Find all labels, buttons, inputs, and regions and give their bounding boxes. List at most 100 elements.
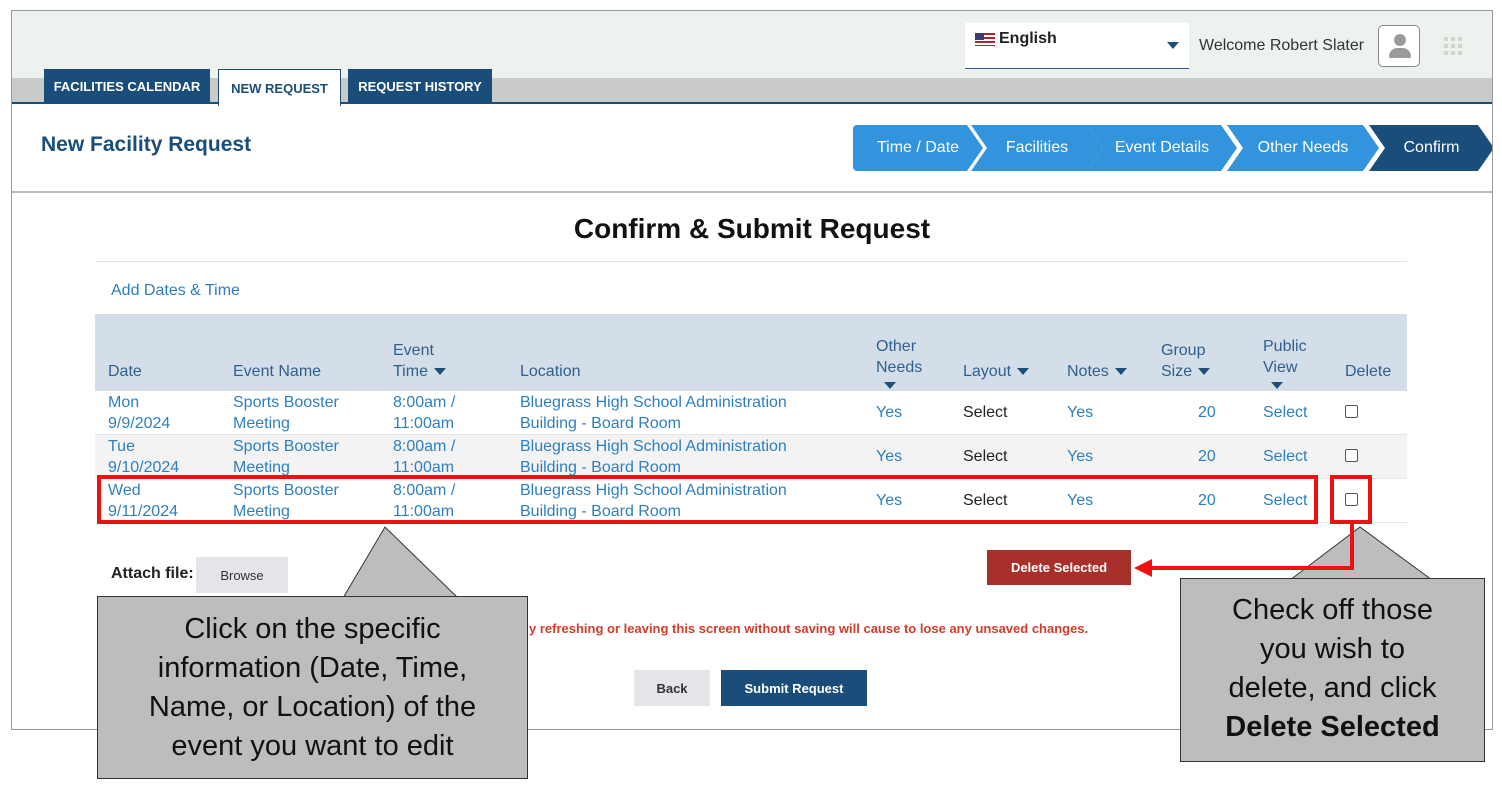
callout-line: Name, or Location) of the	[148, 691, 477, 723]
cell-public-view[interactable]: Select	[1263, 446, 1307, 467]
attach-file-label: Attach file:	[111, 565, 194, 582]
header-group-size-line2: Size	[1161, 363, 1193, 380]
cell-notes[interactable]: Yes	[1067, 402, 1093, 423]
back-button[interactable]: Back	[634, 670, 710, 706]
cell-event-name[interactable]: Sports Booster Meeting	[233, 392, 339, 434]
add-dates-link[interactable]: Add Dates & Time	[111, 282, 240, 300]
sort-caret-icon	[1114, 368, 1127, 376]
step-event-details[interactable]: Event Details	[1087, 125, 1237, 171]
section-title: Confirm & Submit Request	[573, 213, 931, 244]
checkbox-highlight-box	[1330, 475, 1372, 524]
header-other-needs[interactable]: Other Needs	[876, 336, 922, 389]
table-header: Date Event Name Event Time Location Othe…	[95, 314, 1407, 391]
cell-event-time[interactable]: 8:00am / 11:00am	[393, 436, 455, 478]
step-facilities[interactable]: Facilities	[971, 125, 1103, 171]
cell-time-line1: 8:00am /	[393, 438, 456, 455]
header-layout[interactable]: Layout	[963, 361, 1030, 382]
header-event-time-line1: Event	[393, 342, 434, 359]
header-public-view-line1: Public	[1263, 338, 1307, 355]
delete-checkbox[interactable]	[1345, 405, 1358, 418]
edit-callout: Click on the specific information (Date,…	[97, 596, 528, 779]
table-row: Tue 9/10/2024 Sports Booster Meeting 8:00a…	[95, 435, 1407, 479]
callout-line: information (Date, Time,	[157, 652, 468, 684]
user-head-icon	[1394, 34, 1406, 46]
header-public-view-line2: View	[1263, 359, 1298, 376]
cell-day: Tue	[108, 438, 135, 455]
cell-group-size[interactable]: 20	[1198, 446, 1216, 467]
cell-name-line1: Sports Booster	[233, 394, 339, 411]
cell-location-line2: Building - Board Room	[520, 415, 681, 432]
sort-caret-icon	[433, 368, 446, 376]
user-body-icon	[1389, 48, 1411, 58]
cell-other-needs[interactable]: Yes	[876, 446, 902, 467]
cell-notes[interactable]: Yes	[1067, 446, 1093, 467]
cell-layout[interactable]: Select	[963, 402, 1007, 423]
cell-location-line1: Bluegrass High School Administration	[520, 394, 787, 411]
cell-name-line1: Sports Booster	[233, 438, 339, 455]
cell-group-size[interactable]: 20	[1198, 402, 1216, 423]
user-avatar[interactable]	[1378, 25, 1420, 67]
header-notes[interactable]: Notes	[1067, 361, 1127, 382]
cell-date[interactable]: Tue 9/10/2024	[108, 436, 179, 478]
sort-caret-icon	[884, 382, 896, 389]
chevron-down-icon	[1167, 42, 1179, 49]
header-divider	[12, 191, 1492, 193]
callout-line: you wish to	[1259, 633, 1406, 665]
language-label: English	[999, 30, 1057, 47]
cell-time-line2: 11:00am	[393, 415, 455, 432]
delete-callout: Check off those you wish to delete, and …	[1180, 578, 1485, 762]
table-row: Mon 9/9/2024 Sports Booster Meeting 8:00am…	[95, 391, 1407, 435]
sort-caret-icon	[1271, 382, 1283, 389]
header-layout-label: Layout	[963, 363, 1012, 380]
cell-location-line2: Building - Board Room	[520, 459, 681, 476]
welcome-text: Welcome Robert Slater	[1199, 37, 1365, 54]
cell-event-name[interactable]: Sports Booster Meeting	[233, 436, 339, 478]
apps-grid-icon[interactable]	[1444, 37, 1462, 55]
cell-date-value: 9/9/2024	[108, 415, 171, 432]
tab-facilities-calendar[interactable]: FACILITIES CALENDAR	[44, 69, 210, 104]
callout-line: Click on the specific	[184, 613, 441, 645]
cell-name-line2: Meeting	[233, 415, 290, 432]
tab-bar: FACILITIES CALENDAR NEW REQUEST REQUEST …	[12, 69, 1492, 106]
header-location[interactable]: Location	[520, 361, 581, 382]
cell-other-needs[interactable]: Yes	[876, 402, 902, 423]
cell-location[interactable]: Bluegrass High School Administration Buil…	[520, 392, 787, 434]
tab-new-request[interactable]: NEW REQUEST	[218, 69, 341, 106]
step-time-date[interactable]: Time / Date	[853, 125, 983, 171]
language-select[interactable]: English	[965, 23, 1189, 69]
header-other-needs-line2: Needs	[876, 359, 923, 376]
header-date[interactable]: Date	[108, 361, 142, 382]
cell-layout[interactable]: Select	[963, 446, 1007, 467]
sort-caret-icon	[1198, 368, 1211, 376]
delete-checkbox[interactable]	[1345, 449, 1358, 462]
submit-request-button[interactable]: Submit Request	[721, 670, 867, 706]
tab-request-history[interactable]: REQUEST HISTORY	[348, 69, 492, 104]
header-event-name[interactable]: Event Name	[233, 361, 321, 382]
sort-caret-icon	[1017, 368, 1030, 376]
cell-public-view[interactable]: Select	[1263, 402, 1307, 423]
header-public-view[interactable]: Public View	[1263, 336, 1307, 389]
header-event-time[interactable]: Event Time	[393, 340, 446, 382]
callout-line: delete, and click	[1228, 672, 1437, 704]
us-flag-icon	[975, 33, 995, 46]
cell-date[interactable]: Mon 9/9/2024	[108, 392, 170, 434]
cell-location[interactable]: Bluegrass High School Administration Buil…	[520, 436, 787, 478]
header-notes-label: Notes	[1067, 363, 1109, 380]
header-delete: Delete	[1345, 363, 1392, 380]
callout-line: event you want to edit	[171, 730, 454, 762]
header-other-needs-line1: Other	[876, 338, 917, 355]
callout-line-bold: Delete Selected	[1225, 711, 1440, 743]
cell-date-value: 9/10/2024	[108, 459, 180, 476]
cell-day: Mon	[108, 394, 140, 411]
cell-name-line2: Meeting	[233, 459, 290, 476]
cell-time-line2: 11:00am	[393, 459, 455, 476]
cell-event-time[interactable]: 8:00am / 11:00am	[393, 392, 455, 434]
step-other-needs[interactable]: Other Needs	[1227, 125, 1379, 171]
browse-button[interactable]: Browse	[196, 557, 288, 593]
delete-selected-button[interactable]: Delete Selected	[987, 550, 1131, 585]
header-group-size-line1: Group	[1161, 342, 1206, 359]
header-group-size[interactable]: Group Size	[1161, 340, 1211, 382]
step-confirm[interactable]: Confirm	[1369, 125, 1493, 171]
row-highlight-box	[97, 475, 1318, 524]
cell-location-line1: Bluegrass High School Administration	[520, 438, 787, 455]
